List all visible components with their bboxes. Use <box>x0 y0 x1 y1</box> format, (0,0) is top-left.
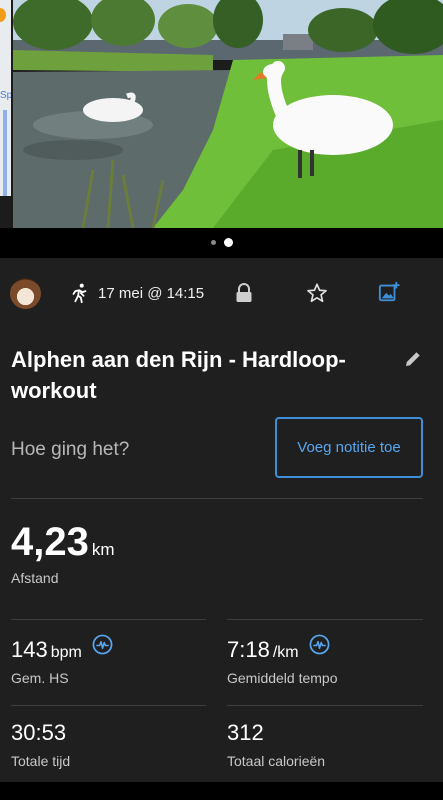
heart-rate-icon[interactable] <box>92 634 113 655</box>
activity-title: Alphen aan den Rijn - Hardloop-workout <box>11 347 346 403</box>
add-note-button[interactable]: Voeg notitie toe <box>275 417 423 478</box>
time-stat: 30:53 Totale tijd <box>11 720 70 769</box>
distance-value: 4,23 km <box>11 520 115 565</box>
divider <box>11 705 206 706</box>
pace-label: Gemiddeld tempo <box>227 670 338 686</box>
add-photo-icon[interactable] <box>378 281 400 303</box>
pace-value: 7:18 <box>227 637 270 662</box>
gallery-pager <box>0 236 443 248</box>
calories-label: Totaal calorieën <box>227 753 326 769</box>
heart-rate-unit: bpm <box>50 644 82 661</box>
route-map-thumbnail[interactable]: Sp <box>0 0 11 196</box>
divider <box>11 498 423 499</box>
divider <box>227 619 423 620</box>
heart-rate-label: Gem. HS <box>11 670 69 686</box>
map-label: Sp <box>0 90 11 101</box>
lock-icon[interactable] <box>235 283 253 303</box>
calories-stat: 312 Totaal calorieën <box>227 720 325 769</box>
pager-dot-active[interactable] <box>223 237 233 247</box>
edit-icon[interactable] <box>403 349 423 369</box>
calories-value: 312 <box>227 720 264 745</box>
map-route <box>3 110 7 196</box>
heart-rate-stat[interactable]: 143 bpm Gem. HS <box>11 634 113 686</box>
photo-gallery[interactable]: Sp <box>0 0 443 228</box>
distance-label: Afstand <box>11 570 59 586</box>
pace-unit: /km <box>272 644 299 661</box>
star-icon[interactable] <box>306 282 328 304</box>
pace-chart-icon[interactable] <box>309 634 330 655</box>
heart-rate-value: 143 <box>11 637 48 662</box>
divider <box>227 705 423 706</box>
running-icon <box>72 283 87 304</box>
time-value: 30:53 <box>11 720 67 745</box>
activity-photo[interactable] <box>13 0 443 228</box>
pager-dot[interactable] <box>210 239 216 245</box>
activity-date: 17 mei @ 14:15 <box>98 285 205 302</box>
time-label: Totale tijd <box>11 753 71 769</box>
activity-meta-row: 17 mei @ 14:15 <box>10 278 433 309</box>
activity-card: 17 mei @ 14:15 Alphen aan den Rijn - Har… <box>0 258 443 782</box>
distance-unit: km <box>91 540 115 559</box>
divider <box>11 619 206 620</box>
pace-stat[interactable]: 7:18/km Gemiddeld tempo <box>227 634 338 686</box>
feedback-prompt: Hoe ging het? <box>11 439 130 460</box>
map-pin-icon <box>0 8 6 22</box>
distance-number: 4,23 <box>11 520 89 564</box>
avatar[interactable] <box>10 278 41 309</box>
